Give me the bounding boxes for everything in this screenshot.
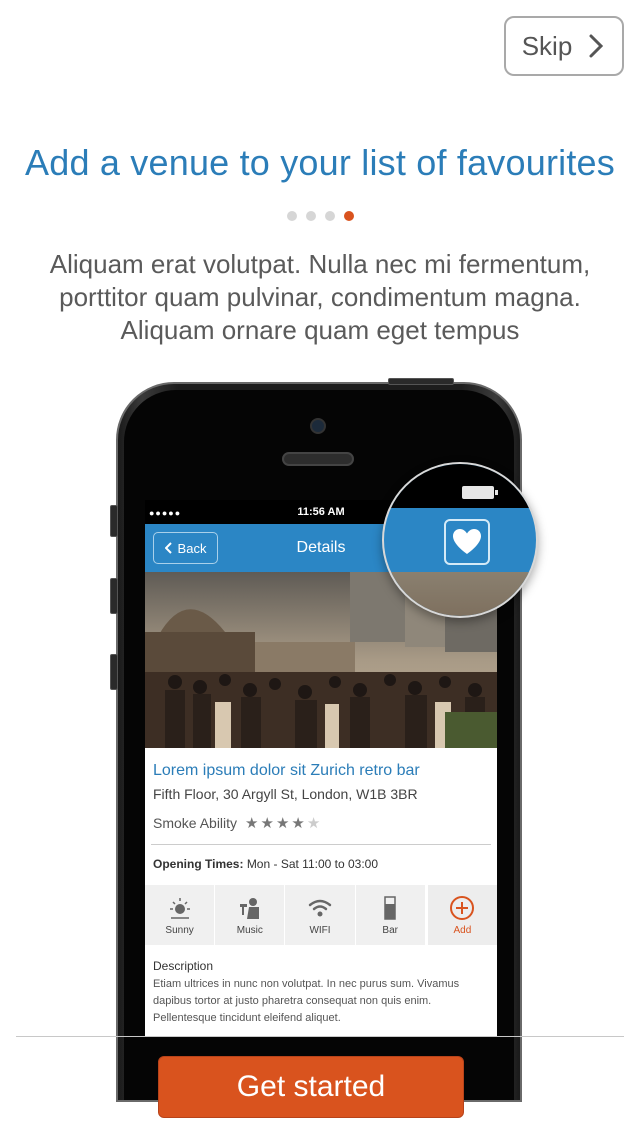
smoke-rating-stars: ★★★★★ <box>245 814 322 832</box>
phone-camera <box>310 418 326 434</box>
skip-button[interactable]: Skip <box>504 16 624 76</box>
amenity-music: Music <box>215 885 286 945</box>
footer-divider <box>16 1036 624 1037</box>
star-icon: ★ <box>260 815 276 832</box>
glass-icon <box>384 895 396 920</box>
favourite-button[interactable] <box>444 519 490 565</box>
music-icon <box>239 897 259 919</box>
star-icon: ★ <box>291 815 307 832</box>
phone-volume-up <box>110 578 118 614</box>
wifi-icon <box>308 899 332 916</box>
heart-icon <box>453 529 481 554</box>
star-empty-icon: ★ <box>306 815 323 832</box>
favourite-magnifier <box>382 462 538 618</box>
phone-power-button <box>388 378 454 385</box>
add-label: Add <box>453 924 472 936</box>
venue-description: Description Etiam ultrices in nunc non v… <box>145 945 497 1027</box>
get-started-button[interactable]: Get started <box>158 1056 464 1118</box>
chevron-left-icon <box>164 542 172 554</box>
page-dot-4[interactable] <box>343 211 354 221</box>
page-dot-2[interactable] <box>305 211 316 221</box>
magnified-status-bar <box>384 464 536 508</box>
battery-icon <box>462 486 498 499</box>
star-icon: ★ <box>245 815 261 832</box>
amenity-label: Sunny <box>165 924 194 936</box>
onboarding-description: Aliquam erat volutpat. Nulla nec mi ferm… <box>49 249 591 345</box>
amenity-wifi: WIFI <box>285 885 356 945</box>
phone-volume-down <box>110 654 118 690</box>
sun-icon <box>169 897 190 919</box>
opening-times-label: Opening Times: <box>153 857 244 871</box>
description-text: Etiam ultrices in nunc non volutpat. In … <box>153 978 460 1024</box>
page-dot-3[interactable] <box>324 211 335 221</box>
smoke-ability-row: Smoke Ability ★★★★★ <box>153 814 489 832</box>
amenity-sunny: Sunny <box>145 885 216 945</box>
nav-title: Details <box>296 539 346 556</box>
amenities-bar: Sunny Music WIFI Bar Add <box>145 885 497 945</box>
onboarding-title: Add a venue to your list of favourites <box>25 142 615 183</box>
amenity-label: WIFI <box>309 924 331 936</box>
amenity-label: Music <box>236 924 263 936</box>
opening-times-value: Mon - Sat 11:00 to 03:00 <box>246 857 379 871</box>
signal-indicator: ●●●●● <box>149 508 182 518</box>
amenity-bar: Bar <box>356 885 426 945</box>
venue-details: Lorem ipsum dolor sit Zurich retro bar F… <box>145 748 497 832</box>
phone-mute-switch <box>110 505 118 537</box>
description-label: Description <box>153 959 214 973</box>
star-icon: ★ <box>275 815 292 832</box>
venue-name: Lorem ipsum dolor sit Zurich retro bar <box>153 762 420 779</box>
back-button[interactable]: Back <box>153 532 218 564</box>
skip-label: Skip <box>521 30 573 61</box>
opening-times-row: Opening Times: Mon - Sat 11:00 to 03:00 <box>145 857 497 871</box>
opening-times: Opening Times: Mon - Sat 11:00 to 03:00 <box>153 857 489 871</box>
magnified-photo <box>384 572 536 616</box>
amenity-label: Bar <box>382 924 398 936</box>
page-indicator <box>0 211 640 221</box>
add-amenity-button[interactable]: Add <box>425 885 497 945</box>
smoke-ability-label: Smoke Ability <box>153 815 238 831</box>
status-time: 11:56 AM <box>297 506 345 518</box>
phone-speaker <box>282 452 354 466</box>
plus-circle-icon <box>450 895 475 920</box>
chevron-right-icon <box>589 34 604 58</box>
venue-address: Fifth Floor, 30 Argyll St, London, W1B 3… <box>153 786 418 802</box>
back-label: Back <box>177 540 207 556</box>
page-dot-1[interactable] <box>286 211 297 221</box>
divider <box>151 844 491 845</box>
